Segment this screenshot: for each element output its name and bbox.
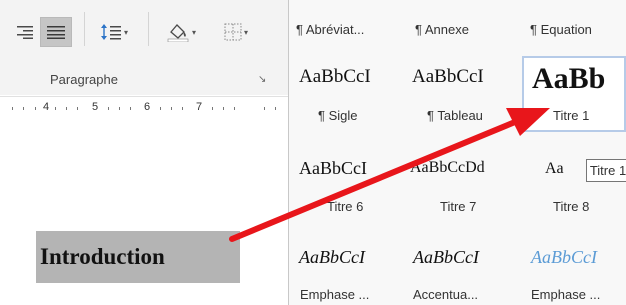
style-titre1[interactable]: Titre 1 — [553, 108, 589, 123]
style-emphase-pale-preview[interactable]: AaBbCcI — [299, 247, 365, 268]
dialog-launcher-icon[interactable]: ↘ — [258, 74, 266, 85]
style-titre6-preview[interactable]: AaBbCcI — [299, 158, 367, 179]
tooltip-text: Titre 1 — [589, 163, 626, 178]
style-sigle-preview[interactable]: AaBbCcI — [299, 66, 371, 88]
ruler-tick — [182, 107, 183, 110]
style-accentuation-preview[interactable]: AaBbCcI — [413, 247, 479, 268]
ruler-tick — [119, 107, 120, 110]
style-titre1-preview[interactable]: AaBb — [532, 62, 605, 96]
chevron-down-icon: ▾ — [191, 27, 196, 37]
style-accentuation[interactable]: Accentua... — [413, 287, 478, 302]
ruler-tick — [234, 107, 235, 110]
line-spacing-icon — [100, 24, 121, 40]
style-titre6[interactable]: Titre 6 — [327, 199, 363, 214]
justify-button[interactable] — [40, 17, 72, 47]
line-spacing-button[interactable]: ▾ — [92, 17, 136, 47]
ruler-tick — [55, 107, 56, 110]
style-emphase-intense-preview[interactable]: AaBbCcI — [531, 247, 597, 268]
ruler-tick — [223, 107, 224, 110]
ruler-tick — [130, 107, 131, 110]
style-abreviation[interactable]: ¶ Abréviat... — [296, 22, 364, 37]
ruler-tick — [35, 107, 36, 110]
align-right-button[interactable] — [12, 17, 36, 47]
borders-icon — [224, 23, 242, 41]
style-annexe[interactable]: ¶ Annexe — [415, 22, 469, 37]
ruler-number: 5 — [92, 101, 99, 113]
style-emphase-pale[interactable]: Emphase ... — [300, 287, 369, 302]
style-tableau-preview[interactable]: AaBbCcI — [412, 66, 484, 88]
paragraph-ribbon-group: ▾ ▾ ▾ Paragraphe ↘ — [0, 0, 288, 95]
ruler-tick — [275, 107, 276, 110]
style-titre8-preview[interactable]: Aa — [545, 160, 564, 178]
introduction-heading[interactable]: Introduction — [36, 231, 240, 283]
paint-bucket-icon — [167, 24, 189, 42]
ruler-tick — [77, 107, 78, 110]
chevron-down-icon: ▾ — [243, 27, 248, 37]
ruler-tick — [264, 107, 265, 110]
ruler-tick — [23, 107, 24, 110]
style-tableau[interactable]: ¶ Tableau — [427, 108, 483, 123]
style-tooltip: Titre 1 — [586, 159, 626, 182]
ruler-number: 7 — [196, 101, 203, 113]
toolbar-separator — [148, 12, 149, 46]
horizontal-ruler[interactable]: 4 5 6 7 — [0, 96, 288, 122]
ruler-tick — [212, 107, 213, 110]
style-emphase-intense[interactable]: Emphase ... — [531, 287, 600, 302]
style-titre7[interactable]: Titre 7 — [440, 199, 476, 214]
justify-icon — [47, 26, 65, 39]
chevron-down-icon: ▾ — [123, 27, 128, 37]
ruler-number: 6 — [144, 101, 151, 113]
ruler-tick — [66, 107, 67, 110]
ruler-tick — [12, 107, 13, 110]
align-right-icon — [17, 26, 33, 39]
ruler-tick — [171, 107, 172, 110]
style-sigle[interactable]: ¶ Sigle — [318, 108, 358, 123]
paragraph-group-label: Paragraphe — [50, 72, 118, 87]
ruler-tick — [160, 107, 161, 110]
shading-button[interactable]: ▾ — [156, 17, 206, 47]
ruler-number: 4 — [43, 101, 50, 113]
borders-button[interactable]: ▾ — [212, 17, 260, 47]
ruler-tick — [108, 107, 109, 110]
introduction-heading-text: Introduction — [40, 244, 165, 269]
style-titre7-preview[interactable]: AaBbCcDd — [410, 159, 485, 177]
style-equation[interactable]: ¶ Equation — [530, 22, 592, 37]
style-titre8[interactable]: Titre 8 — [553, 199, 589, 214]
toolbar-separator — [84, 12, 85, 46]
